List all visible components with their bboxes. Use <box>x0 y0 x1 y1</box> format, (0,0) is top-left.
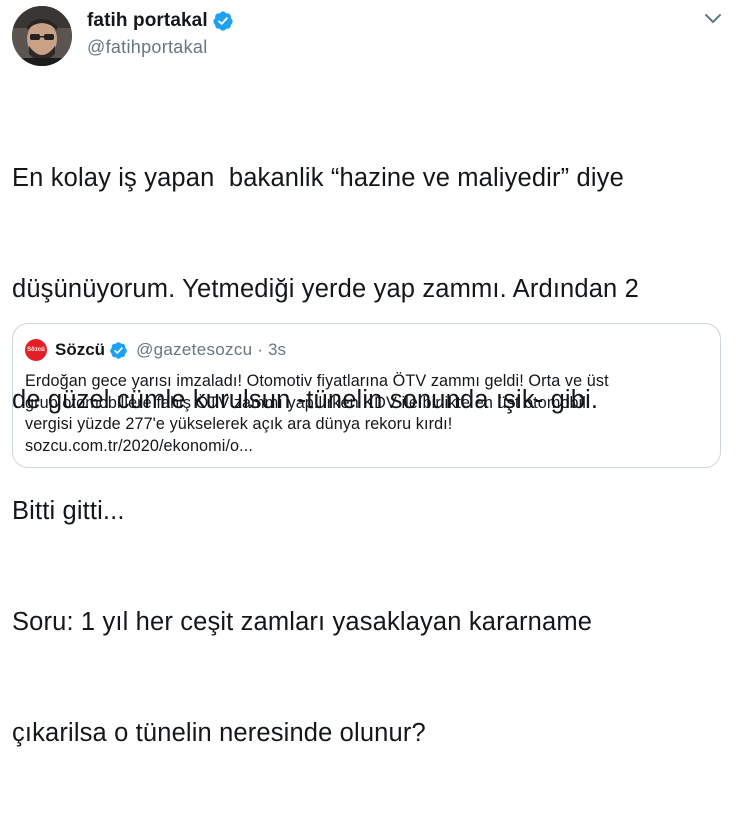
quoted-handle: @gazetesozcu <box>136 340 253 359</box>
quoted-text-line: vergisi yüzde 277'e yükselerek açık ara … <box>25 415 453 433</box>
avatar-image <box>12 6 72 66</box>
author-display-name[interactable]: fatih portakal <box>87 10 208 32</box>
tweet-text-line: En kolay iş yapan bakanlik “hazine ve ma… <box>12 164 624 192</box>
tweet: fatih portakal @fatihportakal En kolay i… <box>0 0 736 747</box>
quoted-display-name: Sözcü <box>55 340 106 359</box>
quoted-tweet-header: Sözcü Sözcü @gazetesozcu · 3s <box>25 339 286 361</box>
verified-badge-icon <box>109 341 128 360</box>
tweet-text-line: Bitti gitti... <box>12 497 125 525</box>
quoted-timestamp[interactable]: 3s <box>268 340 286 360</box>
quoted-tweet-text: Erdoğan gece yarısı imzaladı! Otomotiv f… <box>25 371 715 457</box>
quoted-text-line: grup otomobillere fahiş ÖTV zammı yapılı… <box>25 393 586 412</box>
separator-dot: · <box>257 340 264 359</box>
tweet-text-line: çıkarilsa o tünelin neresinde olunur? <box>12 719 426 747</box>
quoted-text-line: Erdoğan gece yarısı imzaladı! Otomotiv f… <box>25 372 609 390</box>
tweet-text-line: düşünüyorum. Yetmediği yerde yap zammı. … <box>12 275 639 303</box>
tweet-text-line: Soru: 1 yıl her ceşit zamları yasaklayan… <box>12 608 593 636</box>
author-handle[interactable]: @fatihportakal <box>87 37 208 58</box>
verified-badge-icon <box>212 10 234 32</box>
quoted-link[interactable]: sozcu.com.tr/2020/ekonomi/o... <box>25 436 715 458</box>
quoted-tweet-card[interactable]: Sözcü Sözcü @gazetesozcu · 3s Erdoğan ge… <box>12 323 721 468</box>
avatar[interactable] <box>12 6 72 66</box>
author-name-row[interactable]: fatih portakal <box>87 9 234 33</box>
chevron-down-icon[interactable] <box>704 12 722 26</box>
sozcu-logo: Sözcü <box>25 339 47 361</box>
